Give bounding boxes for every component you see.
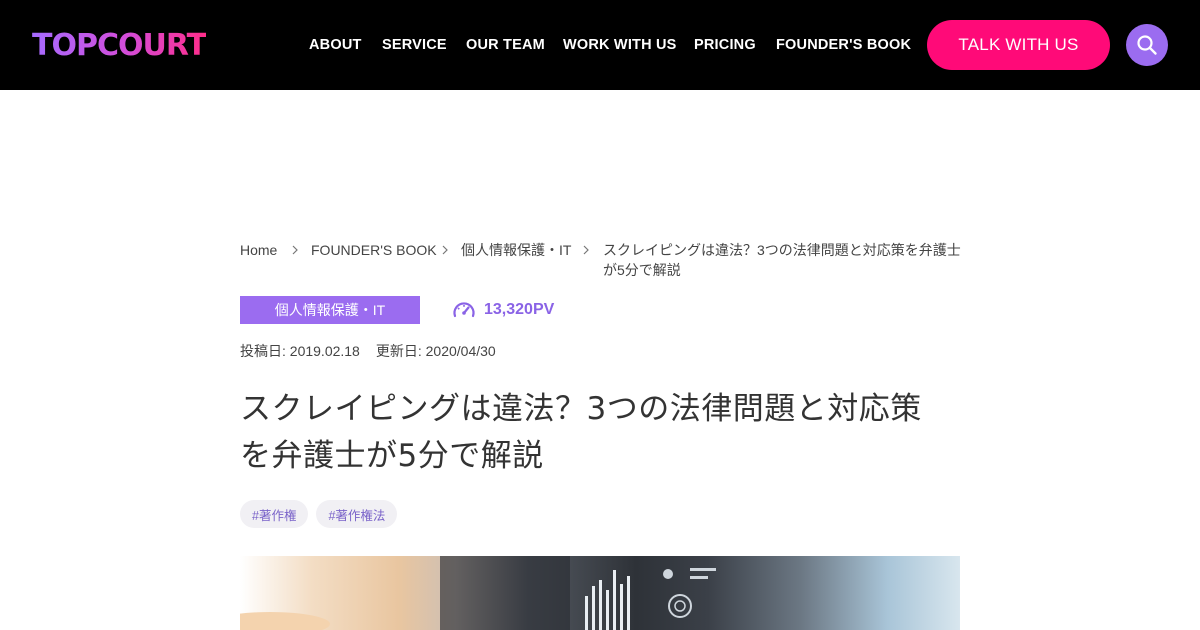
nav-pricing[interactable]: PRICING	[694, 34, 756, 56]
nav-service[interactable]: SERVICE	[382, 34, 447, 56]
breadcrumb-founders-book[interactable]: FOUNDER'S BOOK	[311, 240, 437, 260]
breadcrumb-current: スクレイピングは違法？3つの法律問題と対応策を弁護士が5分で解説	[603, 242, 961, 278]
nav-founders-book[interactable]: FOUNDER'S BOOK	[776, 34, 911, 56]
tag-copyright[interactable]: #著作権	[240, 500, 309, 528]
nav-our-team[interactable]: OUR TEAM	[466, 34, 545, 56]
article-title-line-1: スクレイピングは違法？3つの法律問題と対応策	[240, 391, 922, 427]
hero-image-graphic	[240, 556, 716, 630]
article-title: スクレイピングは違法？3つの法律問題と対応策 を弁護士が5分で解説	[240, 386, 960, 480]
tag-copyright-law[interactable]: #著作権法	[316, 500, 398, 528]
category-badge[interactable]: 個人情報保護・IT	[240, 296, 420, 324]
posted-date: 投稿日: 2019.02.18	[240, 343, 360, 359]
speedometer-icon	[453, 302, 475, 318]
chevron-right-icon	[442, 245, 448, 255]
chevron-right-icon	[583, 245, 589, 255]
search-icon	[1137, 35, 1157, 55]
updated-date: 更新日: 2020/04/30	[375, 343, 496, 359]
chevron-right-icon	[292, 245, 298, 255]
article-hero-image	[240, 556, 960, 630]
nav-work-with-us[interactable]: WORK WITH US	[563, 34, 677, 56]
breadcrumb-category[interactable]: 個人情報保護・IT	[461, 240, 571, 260]
tag-list: #著作権 #著作権法	[240, 500, 398, 528]
article-title-line-2: を弁護士が5分で解説	[240, 438, 544, 474]
talk-with-us-button[interactable]: TALK WITH US	[927, 20, 1110, 70]
site-header: TOPCOURT ABOUT SERVICE OUR TEAM WORK WIT…	[0, 0, 1200, 90]
pageview-count: 13,320PV	[452, 299, 554, 321]
article-dates: 投稿日: 2019.02.18 更新日: 2020/04/30	[240, 341, 496, 361]
pageview-value: 13,320PV	[484, 301, 555, 318]
search-button[interactable]	[1126, 24, 1168, 66]
breadcrumb-home[interactable]: Home	[240, 240, 277, 260]
nav-about[interactable]: ABOUT	[309, 34, 362, 56]
